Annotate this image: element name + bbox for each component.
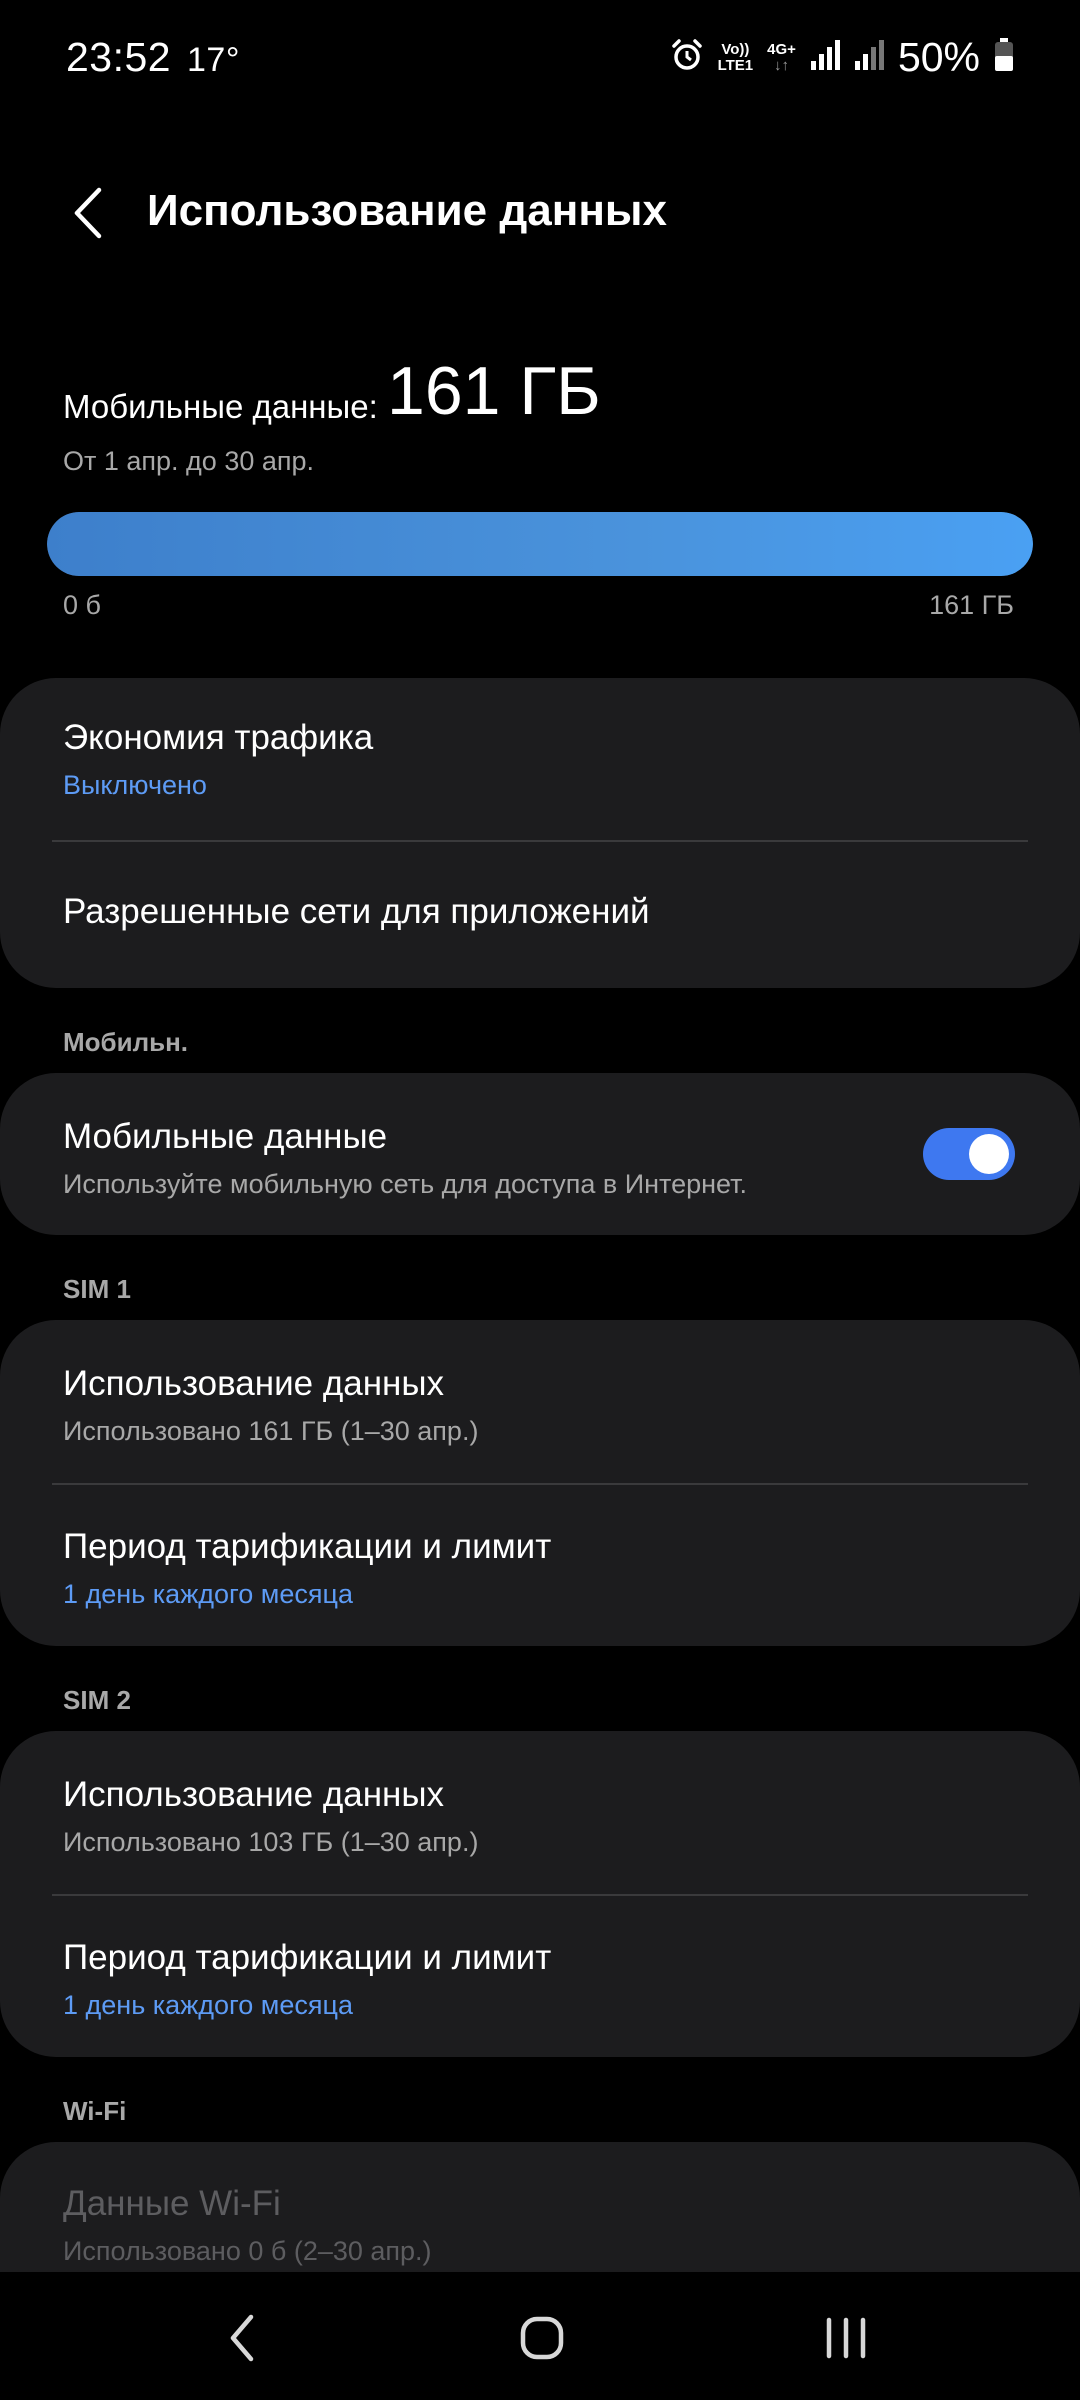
mobile-data-toggle[interactable] bbox=[923, 1128, 1015, 1180]
nav-back-button[interactable] bbox=[182, 2300, 302, 2380]
usage-value: 161 ГБ bbox=[387, 353, 601, 429]
battery-percent: 50% bbox=[897, 34, 980, 80]
wifi-data-sub: Использовано 0 б (2–30 апр.) bbox=[63, 2236, 432, 2266]
allowed-networks-item[interactable]: Разрешенные сети для приложений bbox=[0, 842, 1080, 988]
usage-bar-fill bbox=[47, 512, 1033, 576]
back-nav-icon bbox=[227, 2313, 257, 2368]
alarm-icon bbox=[670, 38, 704, 77]
sim2-usage-title: Использование данных bbox=[63, 1775, 445, 1814]
sim1-usage-title: Использование данных bbox=[63, 1364, 445, 1403]
mobile-data-title: Мобильные данные bbox=[63, 1117, 388, 1156]
usage-bar-max-label: 161 ГБ bbox=[929, 590, 1014, 620]
wifi-card: Данные Wi-Fi Использовано 0 б (2–30 апр.… bbox=[0, 2142, 1080, 2272]
wifi-data-item[interactable]: Данные Wi-Fi Использовано 0 б (2–30 апр.… bbox=[0, 2142, 1080, 2272]
sim1-billing-item[interactable]: Период тарификации и лимит 1 день каждог… bbox=[0, 1485, 1080, 1646]
usage-label: Мобильные данные: bbox=[63, 388, 378, 425]
chevron-left-icon bbox=[71, 186, 105, 245]
section-header-mobile: Мобильн. bbox=[63, 1027, 189, 1057]
temperature: 17° bbox=[187, 41, 240, 79]
sim1-usage-sub: Использовано 161 ГБ (1–30 апр.) bbox=[63, 1416, 479, 1446]
data-saver-status: Выключено bbox=[63, 770, 207, 800]
wifi-data-title: Данные Wi-Fi bbox=[63, 2184, 281, 2223]
usage-period: От 1 апр. до 30 апр. bbox=[63, 446, 315, 476]
volte-indicator: Vo)) LTE1 bbox=[717, 40, 754, 74]
sim2-usage-sub: Использовано 103 ГБ (1–30 апр.) bbox=[63, 1827, 479, 1857]
usage-bar-min-label: 0 б bbox=[63, 590, 101, 620]
sim2-billing-item[interactable]: Период тарификации и лимит 1 день каждог… bbox=[0, 1896, 1080, 2057]
sim1-billing-sub: 1 день каждого месяца bbox=[63, 1579, 353, 1609]
usage-bar bbox=[47, 512, 1033, 576]
recents-nav-icon bbox=[824, 2317, 868, 2364]
data-saver-card: Экономия трафика Выключено Разрешенные с… bbox=[0, 678, 1080, 988]
mobile-data-item[interactable]: Мобильные данные Используйте мобильную с… bbox=[0, 1073, 1080, 1235]
allowed-networks-title: Разрешенные сети для приложений bbox=[63, 892, 650, 931]
home-nav-icon bbox=[520, 2316, 564, 2365]
sim2-usage-item[interactable]: Использование данных Использовано 103 ГБ… bbox=[0, 1731, 1080, 1894]
back-button[interactable] bbox=[58, 180, 118, 250]
signal-icon bbox=[810, 39, 840, 76]
battery-icon bbox=[994, 38, 1014, 77]
status-icons: Vo)) LTE1 4G+ ↓↑ 50% bbox=[670, 34, 1014, 81]
mobile-data-card: Мобильные данные Используйте мобильную с… bbox=[0, 1073, 1080, 1235]
data-saver-title: Экономия трафика bbox=[63, 718, 374, 757]
page-title: Использование данных bbox=[147, 186, 667, 235]
network-type-indicator: 4G+ ↓↑ bbox=[767, 40, 796, 74]
section-header-sim1: SIM 1 bbox=[63, 1274, 131, 1304]
sim1-billing-title: Период тарификации и лимит bbox=[63, 1527, 552, 1566]
data-saver-item[interactable]: Экономия трафика Выключено bbox=[0, 678, 1080, 840]
section-header-wifi: Wi-Fi bbox=[63, 2096, 127, 2126]
toggle-knob bbox=[969, 1134, 1009, 1174]
sim2-billing-sub: 1 день каждого месяца bbox=[63, 1990, 353, 2020]
sim1-card: Использование данных Использовано 161 ГБ… bbox=[0, 1320, 1080, 1646]
sim2-card: Использование данных Использовано 103 ГБ… bbox=[0, 1731, 1080, 2057]
sim1-usage-item[interactable]: Использование данных Использовано 161 ГБ… bbox=[0, 1320, 1080, 1483]
section-header-sim2: SIM 2 bbox=[63, 1685, 131, 1715]
mobile-data-description: Используйте мобильную сеть для доступа в… bbox=[63, 1169, 748, 1199]
signal-icon bbox=[854, 39, 884, 76]
nav-home-button[interactable] bbox=[482, 2300, 602, 2380]
sim2-billing-title: Период тарификации и лимит bbox=[63, 1938, 552, 1977]
clock: 23:52 bbox=[66, 34, 172, 80]
nav-recents-button[interactable] bbox=[786, 2300, 906, 2380]
status-time: 23:52 17° bbox=[66, 34, 240, 81]
